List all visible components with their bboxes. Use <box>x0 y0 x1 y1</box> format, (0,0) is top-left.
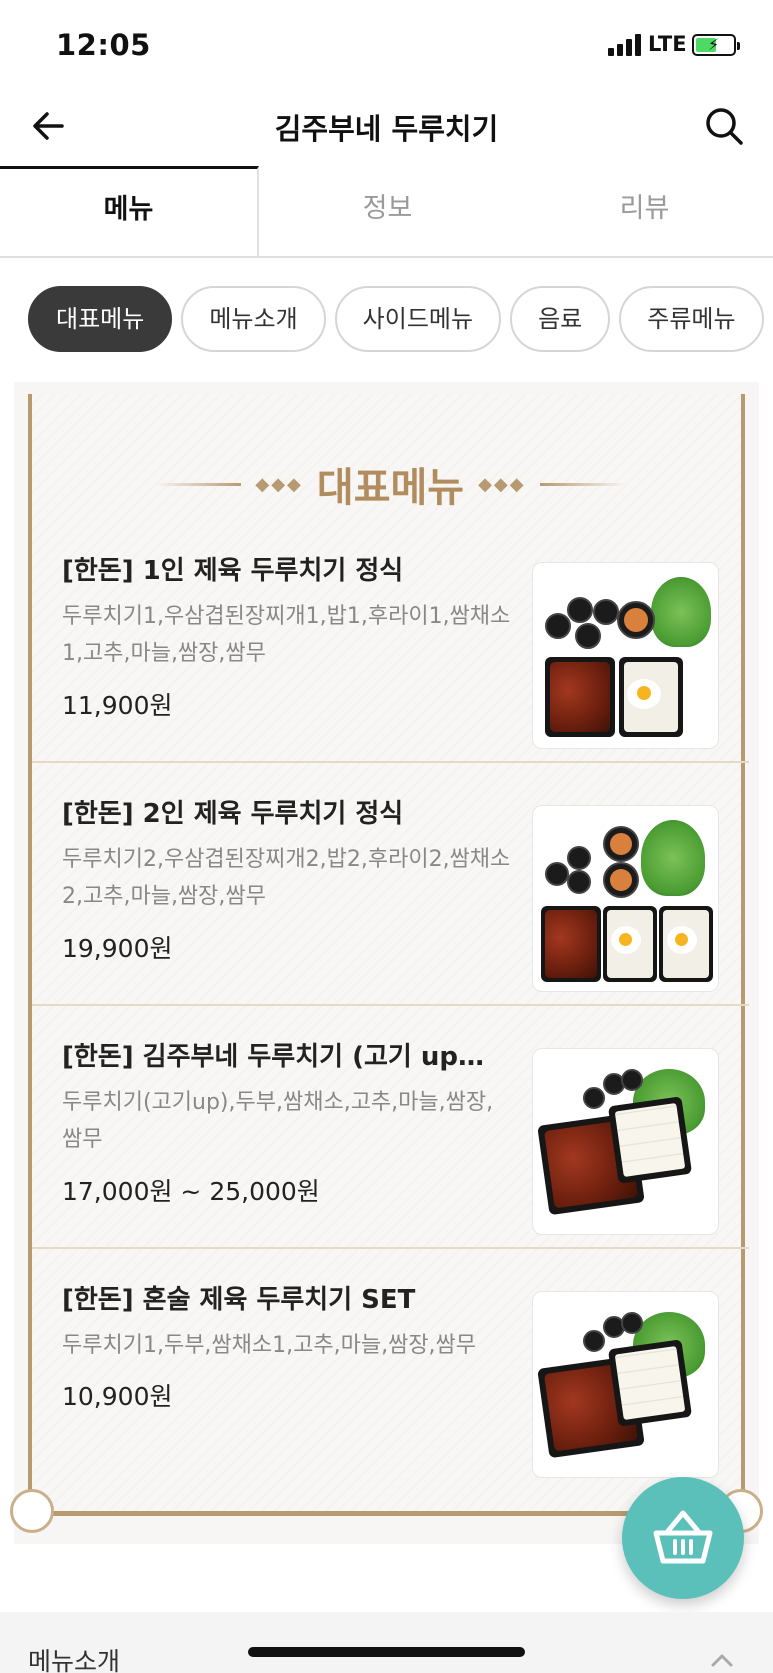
chip-signature-menu[interactable]: 대표메뉴 <box>28 286 173 352</box>
search-button[interactable] <box>700 102 748 150</box>
menu-board: ◆◆◆ 대표메뉴 ◆◆◆ [한돈] 1인 제육 두루치기 정식 두루치기1,우삼… <box>10 382 763 1544</box>
bottom-sheet[interactable]: 메뉴소개 <box>0 1612 773 1673</box>
category-chips: 대표메뉴 메뉴소개 사이드메뉴 음료 주류메뉴 <box>28 286 773 352</box>
chip-menu-intro[interactable]: 메뉴소개 <box>181 286 326 352</box>
app-header: 김주부네 두루치기 <box>0 90 773 166</box>
decorative-line <box>155 482 242 486</box>
tab-reviews[interactable]: 리뷰 <box>516 166 773 256</box>
page-title: 김주부네 두루치기 <box>274 112 499 146</box>
menu-item-name: [한돈] 혼술 제육 두루치기 SET <box>62 1285 416 1315</box>
menu-item-description: 두루치기1,두부,쌈채소1,고추,마늘,쌈장,쌈무 <box>62 1333 477 1358</box>
menu-item-photo <box>532 805 719 992</box>
menu-item-name: [한돈] 2인 제육 두루치기 정식 <box>62 799 404 829</box>
menu-item[interactable]: [한돈] 2인 제육 두루치기 정식 두루치기2,우삼겹된장찌개2,밥2,후라이… <box>32 763 749 1006</box>
basket-icon <box>653 1510 713 1564</box>
chip-drinks[interactable]: 음료 <box>510 286 611 352</box>
menu-item[interactable]: [한돈] 김주부네 두루치기 (고기 up… 두루치기(고기up),두부,쌈채소… <box>32 1006 749 1249</box>
diamond-ornament-icon: ◆◆◆ <box>255 473 303 495</box>
menu-item-price: 11,900원 <box>62 691 173 720</box>
menu-item-name: [한돈] 1인 제육 두루치기 정식 <box>62 556 404 586</box>
cart-button[interactable] <box>622 1477 744 1599</box>
chevron-up-icon[interactable] <box>710 1648 734 1672</box>
menu-item-price: 19,900원 <box>62 934 173 963</box>
menu-item-photo <box>532 562 719 749</box>
chip-side-menu[interactable]: 사이드메뉴 <box>334 286 502 352</box>
board-heading: ◆◆◆ 대표메뉴 ◆◆◆ <box>32 454 749 514</box>
menu-item-description: 두루치기1,우삼겹된장찌개1,밥1,후라이1,쌈채소1,고추,마늘,쌈장,쌈무 <box>62 604 511 666</box>
tab-info[interactable]: 정보 <box>259 166 516 256</box>
menu-item[interactable]: [한돈] 1인 제육 두루치기 정식 두루치기1,우삼겹된장찌개1,밥1,후라이… <box>32 520 749 763</box>
signal-icon <box>608 34 644 56</box>
diamond-ornament-icon: ◆◆◆ <box>478 473 526 495</box>
menu-item-description: 두루치기(고기up),두부,쌈채소,고추,마늘,쌈장,쌈무 <box>62 1090 494 1152</box>
menu-item-photo <box>532 1291 719 1478</box>
frame-corner <box>10 1489 54 1533</box>
tab-bar: 메뉴 정보 리뷰 <box>0 166 773 258</box>
network-type: LTE <box>648 32 687 56</box>
search-icon <box>706 108 743 145</box>
menu-board-frame: ◆◆◆ 대표메뉴 ◆◆◆ [한돈] 1인 제육 두루치기 정식 두루치기1,우삼… <box>10 394 763 1533</box>
menu-item-price: 10,900원 <box>62 1382 173 1411</box>
menu-item[interactable]: [한돈] 혼술 제육 두루치기 SET 두루치기1,두부,쌈채소1,고추,마늘,… <box>32 1249 749 1492</box>
menu-item-description: 두루치기2,우삼겹된장찌개2,밥2,후라이2,쌈채소2,고추,마늘,쌈장,쌈무 <box>62 847 511 909</box>
status-time: 12:05 <box>56 28 151 62</box>
menu-item-photo <box>532 1048 719 1235</box>
board-title: 대표메뉴 <box>316 464 465 511</box>
menu-item-price: 17,000원 ~ 25,000원 <box>62 1177 320 1206</box>
decorative-line <box>539 482 626 486</box>
bottom-sheet-label: 메뉴소개 <box>28 1647 121 1673</box>
status-bar: 12:05 LTE ⚡ <box>0 0 773 90</box>
tab-menu[interactable]: 메뉴 <box>0 166 259 256</box>
menu-item-name: [한돈] 김주부네 두루치기 (고기 up… <box>62 1042 485 1072</box>
home-indicator <box>248 1647 525 1657</box>
chip-alcohol-menu[interactable]: 주류메뉴 <box>619 286 764 352</box>
battery-charging-icon: ⚡ <box>692 34 740 56</box>
